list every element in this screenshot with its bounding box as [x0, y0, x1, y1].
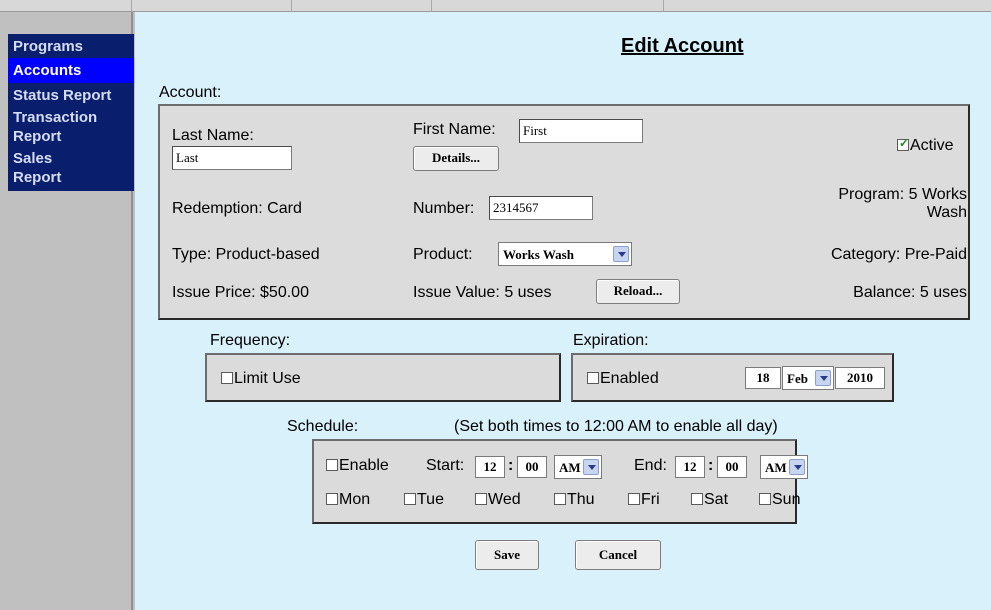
strip-segment: [292, 0, 432, 12]
checkbox-icon: [691, 493, 703, 505]
limit-use-checkbox[interactable]: Limit Use: [221, 370, 301, 388]
program-line-1: Program: 5 Works: [838, 186, 967, 203]
sidebar-nav: Programs Accounts Status Report Transact…: [8, 34, 134, 191]
expiration-year-input[interactable]: 2010: [835, 367, 885, 389]
program-line-2: Wash: [926, 204, 967, 221]
day-thu-checkbox[interactable]: Thu: [554, 491, 595, 509]
window-top-strip: [0, 0, 991, 12]
cancel-button[interactable]: Cancel: [575, 540, 661, 570]
number-label: Number:: [413, 200, 475, 217]
schedule-enable-label: Enable: [339, 457, 389, 474]
strip-segment: [432, 0, 664, 12]
end-minute-input[interactable]: 00: [717, 456, 747, 478]
expiration-enabled-checkbox[interactable]: Enabled: [587, 370, 659, 388]
main-content: Edit Account Account: Last Name: Last Fi…: [135, 12, 991, 610]
chevron-down-icon: [789, 459, 805, 475]
details-button[interactable]: Details...: [413, 146, 499, 171]
page-title: Edit Account: [621, 35, 744, 57]
day-sat-label: Sat: [704, 491, 729, 508]
program-text: Program: 5 Works Wash: [805, 186, 967, 222]
end-hour-input[interactable]: 12: [675, 456, 705, 478]
day-mon-label: Mon: [339, 491, 371, 508]
save-button[interactable]: Save: [475, 540, 539, 570]
nav-item-accounts[interactable]: Accounts: [8, 58, 134, 83]
product-select[interactable]: Works Wash: [498, 242, 632, 266]
end-label: End:: [634, 457, 667, 474]
day-tue-label: Tue: [417, 491, 444, 508]
expiration-enabled-label: Enabled: [600, 370, 659, 387]
nav-item-transaction-report[interactable]: Transaction Report: [8, 105, 128, 146]
strip-segment: [0, 0, 132, 12]
checkbox-icon: [554, 493, 566, 505]
day-sat-checkbox[interactable]: Sat: [691, 491, 728, 509]
reload-button[interactable]: Reload...: [596, 279, 680, 304]
category-text: Category: Pre-Paid: [830, 246, 967, 263]
number-input[interactable]: 2314567: [489, 196, 593, 220]
active-checkbox[interactable]: Active: [897, 136, 954, 155]
checkbox-icon: [587, 372, 599, 384]
end-colon: :: [708, 457, 714, 474]
last-name-label: Last Name:: [172, 127, 254, 144]
type-text: Type: Product-based: [172, 246, 320, 263]
checkbox-icon: [404, 493, 416, 505]
expiration-day-input[interactable]: 18: [745, 367, 781, 389]
schedule-box: Enable Start: 12 : 00 AM End: 12 : 00 AM…: [312, 439, 808, 524]
frequency-label: Frequency:: [210, 332, 291, 349]
checkbox-icon: [221, 372, 233, 384]
last-name-input[interactable]: Last: [172, 146, 292, 170]
product-label: Product:: [413, 246, 473, 263]
nav-item-programs[interactable]: Programs: [8, 34, 134, 56]
first-name-label: First Name:: [413, 121, 496, 138]
redemption-text: Redemption: Card: [172, 200, 302, 217]
strip-segment: [132, 0, 292, 12]
issue-value-text: Issue Value: 5 uses: [413, 284, 552, 301]
schedule-enable-checkbox[interactable]: Enable: [326, 457, 389, 475]
first-name-input[interactable]: First: [519, 119, 643, 143]
issue-price-text: Issue Price: $50.00: [172, 284, 309, 301]
frequency-box: Limit Use: [205, 353, 561, 402]
left-pane: Programs Accounts Status Report Transact…: [0, 12, 134, 610]
start-colon: :: [508, 457, 514, 474]
day-sun-checkbox[interactable]: Sun: [759, 491, 800, 509]
expiration-label: Expiration:: [573, 332, 649, 349]
active-label: Active: [910, 137, 954, 154]
chevron-down-icon: [815, 370, 831, 386]
account-box: Last Name: Last First Name: First Detail…: [158, 104, 970, 320]
day-mon-checkbox[interactable]: Mon: [326, 491, 370, 509]
day-sun-label: Sun: [772, 491, 801, 508]
expiration-month-select[interactable]: Feb: [782, 366, 834, 390]
day-fri-checkbox[interactable]: Fri: [628, 491, 660, 509]
end-ampm-select[interactable]: AM: [760, 455, 808, 479]
nav-item-status-report[interactable]: Status Report: [8, 83, 118, 105]
end-ampm-value: AM: [765, 460, 787, 475]
balance-text: Balance: 5 uses: [853, 284, 967, 301]
start-ampm-value: AM: [559, 460, 581, 475]
start-label: Start:: [426, 457, 465, 474]
nav-item-sales-report[interactable]: Sales Report: [8, 146, 98, 187]
chevron-down-icon: [613, 246, 629, 262]
schedule-hint: (Set both times to 12:00 AM to enable al…: [454, 418, 778, 435]
checkbox-icon: [475, 493, 487, 505]
chevron-down-icon: [583, 459, 599, 475]
day-wed-checkbox[interactable]: Wed: [475, 491, 521, 509]
day-thu-label: Thu: [567, 491, 595, 508]
expiration-month-value: Feb: [787, 371, 808, 386]
day-wed-label: Wed: [488, 491, 521, 508]
checkbox-icon: [759, 493, 771, 505]
checkbox-icon: [326, 493, 338, 505]
product-select-value: Works Wash: [503, 247, 574, 262]
checkbox-icon: [628, 493, 640, 505]
limit-use-label: Limit Use: [234, 370, 301, 387]
active-check-icon: [897, 136, 909, 151]
day-tue-checkbox[interactable]: Tue: [404, 491, 444, 509]
start-minute-input[interactable]: 00: [517, 456, 547, 478]
start-ampm-select[interactable]: AM: [554, 455, 602, 479]
start-hour-input[interactable]: 12: [475, 456, 505, 478]
expiration-box: Enabled 18 Feb 2010: [571, 353, 894, 402]
schedule-label: Schedule:: [287, 418, 359, 435]
account-section-label: Account:: [159, 84, 222, 101]
day-fri-label: Fri: [641, 491, 660, 508]
checkbox-icon: [326, 459, 338, 471]
